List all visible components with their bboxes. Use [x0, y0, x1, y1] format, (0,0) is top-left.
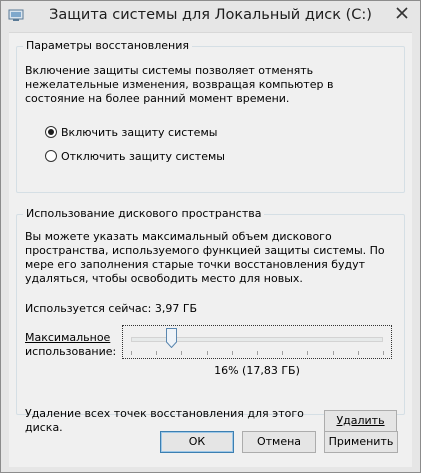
max-usage-label: Максимальное использование: — [25, 331, 117, 359]
restore-settings-group: Параметры восстановления Включение защит… — [16, 39, 405, 193]
slider-tick — [358, 351, 359, 355]
slider-tick — [232, 351, 233, 355]
max-usage-label-line2: использование: — [25, 345, 117, 358]
enable-protection-label: Включить защиту системы — [61, 125, 218, 139]
slider-tick — [207, 351, 208, 355]
apply-button-label: Применить — [328, 435, 394, 448]
ok-button-label: ОК — [188, 435, 206, 448]
delete-button[interactable]: Удалить — [324, 410, 397, 432]
radio-indicator-off — [45, 150, 57, 162]
title-bar: Защита системы для Локальный диск (C:) — [1, 1, 420, 31]
cancel-button-label: Отмена — [256, 435, 302, 448]
radio-indicator-on — [45, 126, 57, 138]
slider-value-text: 16% (17,83 ГБ) — [214, 364, 300, 377]
close-icon — [396, 7, 408, 19]
disable-protection-radio[interactable]: Отключить защиту системы — [45, 149, 225, 163]
apply-button[interactable]: Применить — [324, 431, 398, 453]
disk-usage-legend: Использование дискового пространства — [23, 207, 265, 220]
current-usage-text: Используется сейчас: 3,97 ГБ — [25, 302, 198, 315]
delete-button-label: Удалить — [336, 414, 385, 427]
slider-tick — [282, 351, 283, 355]
max-usage-label-line1: Максимальное — [25, 331, 111, 344]
window-title: Защита системы для Локальный диск (C:) — [49, 7, 372, 23]
slider-tick — [333, 351, 334, 355]
slider-tick — [383, 351, 384, 355]
slider-tick — [131, 351, 132, 355]
slider-tick — [257, 351, 258, 355]
dialog-content: Параметры восстановления Включение защит… — [9, 32, 412, 467]
disk-usage-description: Вы можете указать максимальный объем дис… — [25, 230, 385, 285]
slider-tick — [307, 351, 308, 355]
ok-button[interactable]: ОК — [160, 431, 234, 453]
close-button[interactable] — [388, 2, 416, 24]
disable-protection-label: Отключить защиту системы — [61, 149, 225, 163]
restore-settings-description: Включение защиты системы позволяет отмен… — [25, 64, 334, 105]
slider-thumb[interactable] — [166, 328, 177, 349]
cancel-button[interactable]: Отмена — [242, 431, 316, 453]
restore-settings-legend: Параметры восстановления — [23, 39, 192, 52]
system-protection-dialog: Защита системы для Локальный диск (C:) П… — [0, 0, 421, 473]
slider-tick — [181, 351, 182, 355]
disk-usage-group: Использование дискового пространства Вы … — [16, 207, 405, 415]
enable-protection-radio[interactable]: Включить защиту системы — [45, 125, 217, 139]
slider-tick — [156, 351, 157, 355]
max-usage-slider[interactable] — [122, 325, 392, 359]
